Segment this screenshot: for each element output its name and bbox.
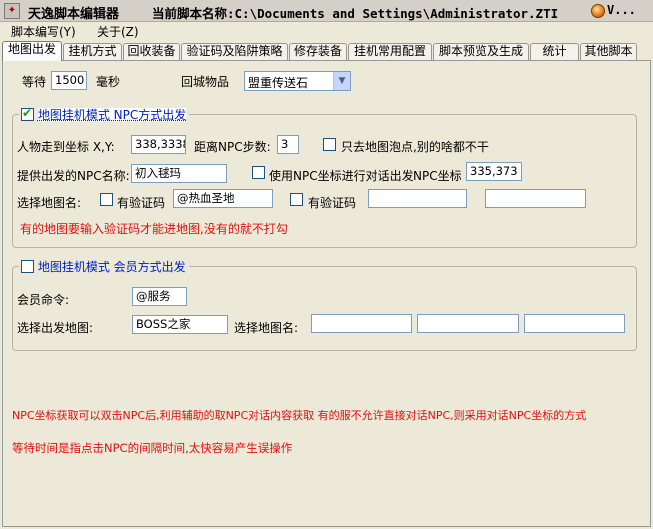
- member-choose-map-label: 选择地图名:: [234, 321, 299, 335]
- use-npc-coord-checkbox[interactable]: [252, 166, 265, 179]
- app-logo-icon: ✦: [4, 3, 20, 19]
- return-item-select[interactable]: 盟重传送石 ▼: [244, 71, 351, 91]
- map-name-input[interactable]: @热血圣地: [173, 189, 273, 208]
- member-map-input-2[interactable]: [417, 314, 519, 333]
- npc-group-title: 地图挂机模式 NPC方式出发: [37, 108, 187, 122]
- tab-captcha-trap[interactable]: 验证码及陷阱策略: [181, 43, 288, 60]
- member-map-input-3[interactable]: [524, 314, 625, 333]
- npc-mode-checkbox[interactable]: [21, 106, 34, 121]
- captcha-label-2: 有验证码: [308, 196, 357, 210]
- npc-name-input[interactable]: 初入毬玛: [131, 164, 227, 183]
- wait-label: 等待: [22, 75, 47, 89]
- member-mode-checkbox[interactable]: [21, 260, 34, 273]
- tab-script-preview[interactable]: 脚本预览及生成: [433, 43, 529, 60]
- npc-steps-label: 距离NPC步数:: [194, 140, 271, 154]
- script-path-label: 当前脚本名称:C:\Documents and Settings\Adminis…: [152, 6, 559, 21]
- npc-coord-label: NPC坐标: [413, 169, 462, 183]
- return-item-label: 回城物品: [181, 75, 230, 89]
- title-bar: ✦ 天逸脚本编辑器 当前脚本名称:C:\Documents and Settin…: [0, 0, 653, 22]
- tab-statistics[interactable]: 统计: [530, 43, 579, 60]
- tab-other-scripts[interactable]: 其他脚本: [580, 43, 637, 60]
- orb-icon[interactable]: [591, 4, 605, 18]
- tab-recycle-equip[interactable]: 回收装备: [123, 43, 180, 60]
- start-map-input[interactable]: BOSS之家: [132, 315, 228, 334]
- note-npc-coord: NPC坐标获取可以双击NPC后,利用辅助的取NPC对话内容获取 有的服不允许直接…: [12, 409, 587, 422]
- tab-panel-map-start: 等待 1500 毫秒 回城物品 盟重传送石 ▼ 地图挂机模式 NPC方式出发 人…: [2, 60, 651, 527]
- tab-hang-mode[interactable]: 挂机方式: [63, 43, 122, 60]
- choose-map-label: 选择地图名:: [17, 196, 82, 210]
- tab-strip: 地图出发 挂机方式 回收装备 验证码及陷阱策略 修存装备 挂机常用配置 脚本预览…: [0, 41, 653, 61]
- captcha-checkbox-1[interactable]: [100, 193, 113, 206]
- walk-coord-input[interactable]: 338,3338: [131, 135, 186, 154]
- menu-script-edit[interactable]: 脚本编写(Y): [11, 23, 76, 40]
- npc-steps-input[interactable]: 3: [277, 135, 299, 154]
- app-title: 天逸脚本编辑器: [28, 7, 120, 22]
- note-wait-time: 等待时间是指点击NPC的间隔时间,太快容易产生误操作: [12, 441, 293, 455]
- extra-map-input-2[interactable]: [485, 189, 586, 208]
- map-only-label: 只去地图泡点,别的啥都不干: [341, 140, 489, 154]
- member-map-input-1[interactable]: [311, 314, 412, 333]
- npc-coord-input[interactable]: 335,373: [466, 162, 522, 181]
- start-map-label: 选择出发地图:: [17, 321, 94, 335]
- menu-bar: 脚本编写(Y) 关于(Z): [0, 22, 653, 40]
- npc-group-legend: 地图挂机模式 NPC方式出发: [19, 106, 190, 122]
- member-cmd-input[interactable]: @服务: [132, 287, 187, 306]
- chevron-down-icon[interactable]: ▼: [333, 72, 350, 90]
- wait-input[interactable]: 1500: [51, 71, 87, 90]
- captcha-label-1: 有验证码: [117, 196, 166, 210]
- use-npc-coord-label: 使用NPC坐标进行对话出发: [269, 169, 414, 183]
- member-cmd-label: 会员命令:: [17, 293, 70, 307]
- map-only-checkbox[interactable]: [323, 138, 336, 151]
- member-group-legend: 地图挂机模式 会员方式出发: [19, 258, 189, 274]
- walk-coord-label: 人物走到坐标 X,Y:: [17, 140, 115, 154]
- window-controls[interactable]: V...: [607, 3, 636, 17]
- return-item-value: 盟重传送石: [248, 76, 309, 90]
- menu-about[interactable]: 关于(Z): [97, 23, 139, 40]
- captcha-warning-text: 有的地图要输入验证码才能进地图,没有的就不打勾: [20, 222, 288, 236]
- extra-map-input-1[interactable]: [368, 189, 467, 208]
- member-group-title: 地图挂机模式 会员方式出发: [37, 260, 186, 274]
- tab-common-config[interactable]: 挂机常用配置: [348, 43, 432, 60]
- tab-map-start[interactable]: 地图出发: [2, 41, 62, 61]
- captcha-checkbox-2[interactable]: [290, 193, 303, 206]
- tab-repair-equip[interactable]: 修存装备: [289, 43, 347, 60]
- wait-unit-label: 毫秒: [96, 75, 121, 89]
- npc-name-label: 提供出发的NPC名称:: [17, 169, 130, 183]
- member-start-group: [12, 266, 637, 351]
